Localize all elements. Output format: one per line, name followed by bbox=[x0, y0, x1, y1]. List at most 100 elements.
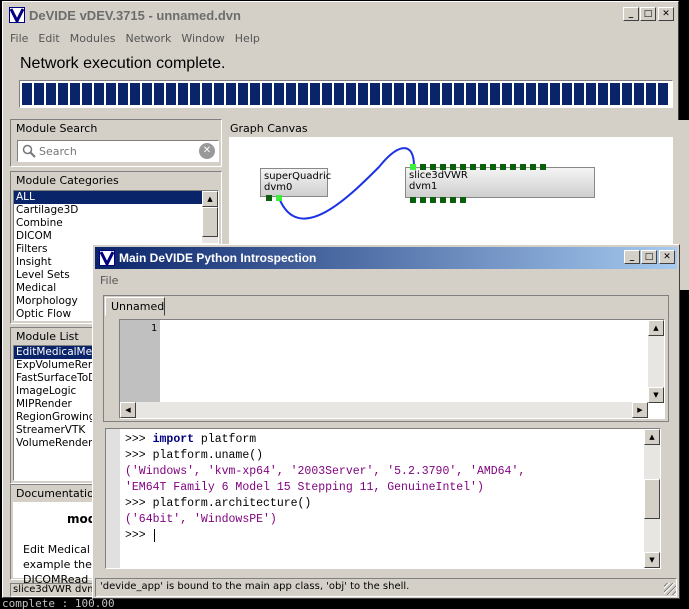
tab-unnamed[interactable]: Unnamed bbox=[105, 297, 165, 316]
main-menubar: File Edit Modules Network Window Help bbox=[5, 28, 676, 48]
search-icon bbox=[22, 144, 36, 161]
output-port[interactable] bbox=[450, 197, 456, 203]
module-categories-title: Module Categories bbox=[13, 173, 122, 188]
input-port[interactable] bbox=[440, 164, 446, 170]
input-port[interactable] bbox=[430, 164, 436, 170]
scroll-down-icon[interactable]: ▼ bbox=[644, 552, 660, 568]
input-port[interactable] bbox=[450, 164, 456, 170]
output-port[interactable] bbox=[410, 197, 416, 203]
output-port-connected[interactable] bbox=[276, 195, 282, 201]
input-port[interactable] bbox=[530, 164, 536, 170]
scroll-thumb[interactable] bbox=[202, 207, 218, 237]
list-item[interactable]: DICOM bbox=[14, 230, 218, 243]
input-port[interactable] bbox=[520, 164, 526, 170]
introspection-titlebar[interactable]: Main DeVIDE Python Introspection _ □ ✕ bbox=[95, 247, 677, 269]
menu-network[interactable]: Network bbox=[120, 32, 176, 45]
documentation-line: Edit Medical bbox=[23, 543, 90, 556]
python-shell[interactable]: >>> import platform >>> platform.uname()(… bbox=[105, 428, 661, 569]
shell-prompt: >>> bbox=[125, 449, 153, 462]
input-port[interactable] bbox=[480, 164, 486, 170]
introspection-title: Main DeVIDE Python Introspection bbox=[119, 251, 317, 265]
graph-canvas[interactable]: superQuadric dvm0 slice3dVWR dvm1 bbox=[229, 137, 673, 247]
documentation-line: example the bbox=[23, 558, 92, 571]
menu-edit[interactable]: Edit bbox=[33, 32, 64, 45]
output-port[interactable] bbox=[420, 197, 426, 203]
shell-prompt: >>> bbox=[125, 497, 153, 510]
scroll-thumb[interactable] bbox=[644, 479, 660, 519]
graph-canvas-title: Graph Canvas bbox=[227, 121, 311, 136]
list-item[interactable]: Combine bbox=[14, 217, 218, 230]
editor-vscrollbar[interactable]: ▲ ▼ bbox=[648, 320, 664, 403]
input-port[interactable] bbox=[460, 164, 466, 170]
list-item[interactable]: ALL bbox=[14, 191, 218, 204]
scroll-left-icon[interactable]: ◀ bbox=[120, 402, 136, 418]
shell-line: >>> platform.architecture() bbox=[125, 496, 525, 512]
main-titlebar[interactable]: DeVIDE vDEV.3715 - unnamed.dvn _ □ ✕ bbox=[5, 4, 676, 26]
menu-file[interactable]: File bbox=[5, 32, 33, 45]
scroll-up-icon[interactable]: ▲ bbox=[202, 191, 218, 207]
shell-vscrollbar[interactable]: ▲ ▼ bbox=[644, 429, 660, 568]
close-icon[interactable]: ✕ bbox=[658, 7, 674, 21]
output-port[interactable] bbox=[460, 197, 466, 203]
scroll-up-icon[interactable]: ▲ bbox=[648, 320, 664, 336]
output-port[interactable] bbox=[430, 197, 436, 203]
shell-line: >>> platform.uname() bbox=[125, 448, 525, 464]
menu-file[interactable]: File bbox=[95, 274, 123, 287]
code-editor[interactable]: 1 ▲ ▼ ◀ ▶ bbox=[119, 319, 665, 419]
maximize-icon[interactable]: □ bbox=[640, 7, 656, 21]
progress-fill bbox=[22, 83, 670, 105]
output-port[interactable] bbox=[266, 195, 272, 201]
shell-line: ('64bit', 'WindowsPE') bbox=[125, 512, 525, 528]
input-port[interactable] bbox=[500, 164, 506, 170]
shell-line: 'EM64T Family 6 Model 15 Stepping 11, Ge… bbox=[125, 480, 525, 496]
glyph-instance: dvm0 bbox=[264, 182, 293, 193]
menu-window[interactable]: Window bbox=[176, 32, 229, 45]
search-box[interactable]: ✕ bbox=[17, 140, 219, 162]
menu-modules[interactable]: Modules bbox=[65, 32, 121, 45]
input-port[interactable] bbox=[540, 164, 546, 170]
resize-grip[interactable] bbox=[664, 583, 676, 595]
devide-v-icon[interactable] bbox=[9, 7, 25, 23]
scroll-down-icon[interactable]: ▼ bbox=[648, 387, 664, 403]
module-search-title: Module Search bbox=[13, 121, 101, 136]
minimize-icon[interactable]: _ bbox=[624, 250, 640, 264]
shell-prompt: >>> bbox=[125, 529, 153, 542]
text-cursor bbox=[153, 529, 155, 542]
input-port[interactable] bbox=[420, 164, 426, 170]
output-port[interactable] bbox=[440, 197, 446, 203]
devide-v-icon[interactable] bbox=[99, 250, 115, 266]
status-text: Network execution complete. bbox=[20, 55, 226, 72]
shell-output: >>> import platform >>> platform.uname()(… bbox=[125, 432, 525, 544]
shell-line: >>> import platform bbox=[125, 432, 525, 448]
scroll-right-icon[interactable]: ▶ bbox=[632, 402, 648, 418]
glyph-name: slice3dVWR bbox=[409, 170, 468, 181]
line-number: 1 bbox=[150, 323, 157, 334]
input-port[interactable] bbox=[510, 164, 516, 170]
shell-prompt: >>> bbox=[125, 433, 153, 446]
terminal-text: complete : 100.00 bbox=[2, 598, 115, 609]
shell-rest: platform.uname() bbox=[152, 449, 264, 462]
input-port[interactable] bbox=[490, 164, 496, 170]
shell-rest: platform.architecture() bbox=[152, 497, 312, 510]
module-glyph-slice3dvwr[interactable]: slice3dVWR dvm1 bbox=[405, 167, 595, 198]
input-port[interactable] bbox=[410, 164, 416, 170]
module-list-title: Module List bbox=[13, 329, 82, 344]
input-port[interactable] bbox=[470, 164, 476, 170]
editor-hscrollbar[interactable]: ◀ ▶ bbox=[120, 402, 648, 418]
shell-gutter bbox=[106, 429, 120, 568]
menu-help[interactable]: Help bbox=[230, 32, 265, 45]
minimize-icon[interactable]: _ bbox=[623, 7, 639, 21]
shell-line: >>> bbox=[125, 528, 525, 544]
module-glyph-superquadric[interactable]: superQuadric dvm0 bbox=[260, 168, 331, 197]
introspection-statusbar: 'devide_app' is bound to the main app cl… bbox=[95, 578, 677, 597]
shell-output-text: 'EM64T Family 6 Model 15 Stepping 11, Ge… bbox=[125, 481, 484, 494]
list-item[interactable]: Cartilage3D bbox=[14, 204, 218, 217]
categories-scrollbar[interactable]: ▲ bbox=[202, 191, 218, 243]
close-icon[interactable]: ✕ bbox=[659, 250, 675, 264]
scroll-up-icon[interactable]: ▲ bbox=[644, 429, 660, 445]
line-number-gutter: 1 bbox=[120, 320, 160, 403]
clear-icon[interactable]: ✕ bbox=[199, 143, 215, 159]
main-status-cell: slice3dVWR dvm bbox=[10, 583, 100, 597]
maximize-icon[interactable]: □ bbox=[641, 250, 657, 264]
search-input[interactable] bbox=[39, 143, 189, 159]
